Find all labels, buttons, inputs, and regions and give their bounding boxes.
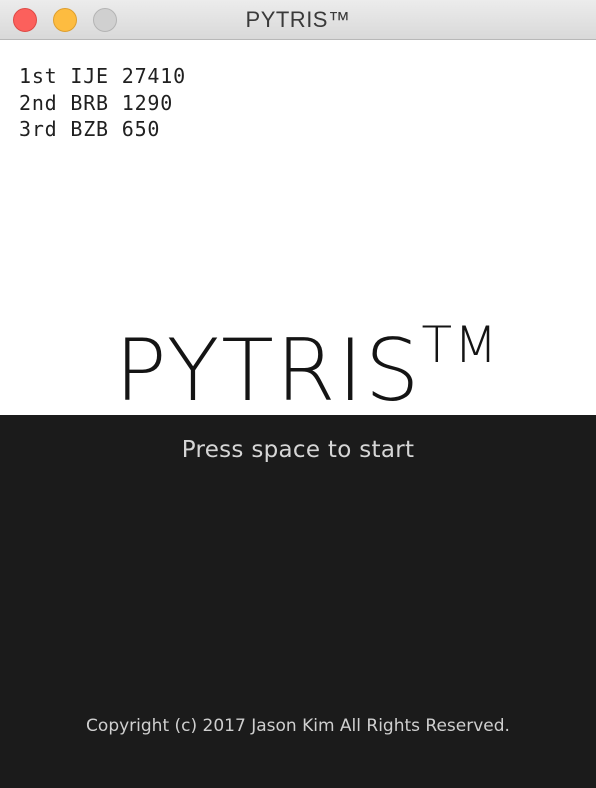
window-title: PYTRIS™ — [245, 7, 351, 32]
trademark-mark: TM — [421, 316, 500, 374]
copyright-notice: Copyright (c) 2017 Jason Kim All Rights … — [86, 716, 510, 736]
game-logo-text: PYTRIS — [114, 321, 422, 421]
game-logo: PYTRISTM — [0, 302, 596, 414]
game-title-area: 1st IJE 27410 2nd BRB 1290 3rd BZB 650 P… — [0, 40, 596, 415]
app-window: PYTRIS™ 1st IJE 27410 2nd BRB 1290 3rd B… — [0, 0, 596, 788]
start-panel[interactable]: Press space to start Copyright (c) 2017 … — [0, 415, 596, 788]
high-score-row-2: 2nd BRB 1290 — [19, 90, 174, 115]
high-score-row-3: 3rd BZB 650 — [19, 117, 161, 141]
title-bar[interactable]: PYTRIS™ — [0, 0, 596, 40]
start-prompt: Press space to start — [181, 437, 415, 463]
high-score-list: 1st IJE 27410 2nd BRB 1290 3rd BZB 650 — [19, 63, 186, 143]
high-score-row-1: 1st IJE 27410 — [19, 64, 186, 88]
